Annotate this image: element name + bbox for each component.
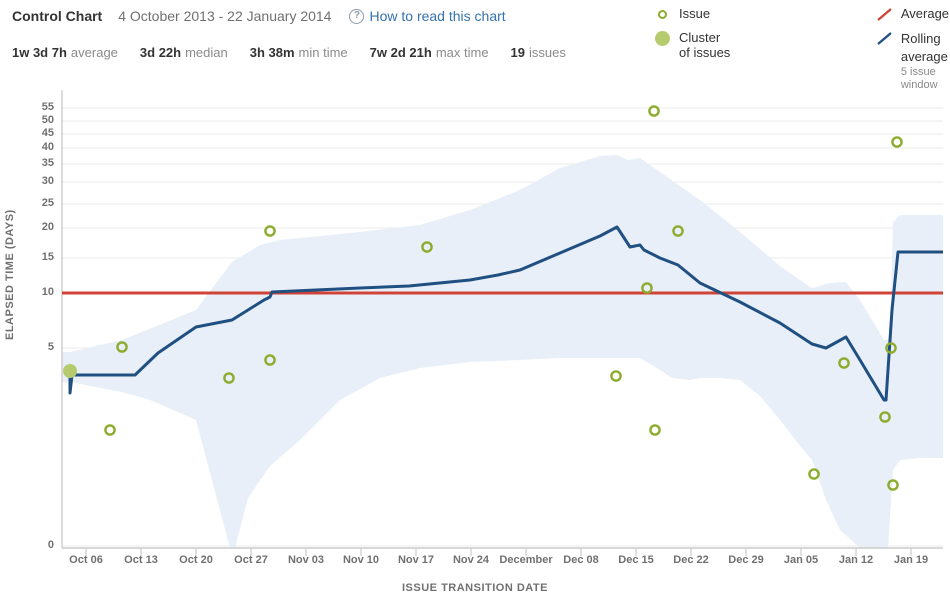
how-to-read-link[interactable]: ? How to read this chart bbox=[349, 8, 505, 24]
stat-median-label: median bbox=[185, 45, 228, 60]
issue-ring-icon bbox=[655, 7, 670, 22]
issue-point[interactable] bbox=[650, 425, 659, 434]
issue-point[interactable] bbox=[117, 342, 126, 351]
issue-point[interactable] bbox=[642, 283, 651, 292]
stats-row: 1w 3d 7h average 3d 22h median 3h 38m min t… bbox=[12, 44, 588, 62]
legend-item-cluster[interactable]: Cluster of issues bbox=[655, 30, 732, 60]
issue-point[interactable] bbox=[888, 480, 897, 489]
issue-point[interactable] bbox=[265, 226, 274, 235]
issue-point[interactable] bbox=[611, 371, 620, 380]
x-axis-title: ISSUE TRANSITION DATE bbox=[0, 582, 950, 594]
stat-issues-label: issues bbox=[529, 45, 566, 60]
stat-average: 1w 3d 7h average bbox=[12, 44, 118, 62]
legend-item-rolling-average-label: Rolling average bbox=[901, 31, 948, 64]
stat-max-time-label: max time bbox=[436, 45, 489, 60]
stat-average-value: 1w 3d 7h bbox=[12, 45, 67, 60]
cluster-dot-icon bbox=[655, 31, 670, 46]
issue-point[interactable] bbox=[839, 358, 848, 367]
issue-point[interactable] bbox=[265, 355, 274, 364]
issue-point[interactable] bbox=[673, 226, 682, 235]
issue-point[interactable] bbox=[892, 137, 901, 146]
cluster-of-issues-point[interactable] bbox=[63, 364, 77, 378]
stat-median: 3d 22h median bbox=[140, 44, 228, 62]
legend-item-average[interactable]: Average bbox=[877, 6, 950, 22]
legend-item-rolling-average-sub: 5 issue window bbox=[901, 66, 950, 92]
stat-average-label: average bbox=[71, 45, 118, 60]
date-range: 4 October 2013 - 22 January 2014 bbox=[118, 8, 331, 24]
stat-max-time: 7w 2d 21h max time bbox=[370, 44, 489, 62]
rolling-average-slash-icon bbox=[877, 31, 892, 46]
issue-point[interactable] bbox=[809, 469, 818, 478]
legend-item-issue[interactable]: Issue bbox=[655, 6, 732, 22]
legend-item-cluster-label: Cluster of issues bbox=[679, 30, 732, 60]
deviation-band-area bbox=[62, 155, 943, 548]
question-circle-icon: ? bbox=[349, 9, 364, 24]
issue-point[interactable] bbox=[105, 425, 114, 434]
title-row: Control Chart 4 October 2013 - 22 Januar… bbox=[12, 8, 506, 24]
issue-point[interactable] bbox=[880, 412, 889, 421]
legend-rolling-text: Rolling average 5 issue window bbox=[901, 30, 950, 92]
how-to-read-label: How to read this chart bbox=[369, 8, 505, 24]
legend-item-average-label: Average bbox=[901, 6, 949, 21]
page-title: Control Chart bbox=[12, 8, 102, 24]
chart-legend: Issue Cluster of issues Average Rolling … bbox=[655, 6, 950, 92]
chart-canvas bbox=[0, 90, 950, 560]
legend-item-issue-label: Issue bbox=[679, 6, 710, 21]
stat-min-time-value: 3h 38m bbox=[250, 45, 295, 60]
legend-column-markers: Issue Cluster of issues bbox=[655, 6, 732, 92]
issue-point[interactable] bbox=[649, 106, 658, 115]
stat-issues: 19 issues bbox=[511, 44, 566, 62]
issue-point[interactable] bbox=[224, 373, 233, 382]
stat-min-time: 3h 38m min time bbox=[250, 44, 348, 62]
chart-header: Control Chart 4 October 2013 - 22 Januar… bbox=[0, 0, 950, 88]
issue-point[interactable] bbox=[886, 343, 895, 352]
average-slash-icon bbox=[877, 7, 892, 22]
issue-point[interactable] bbox=[422, 242, 431, 251]
chart-plot-area: ELAPSED TIME (DAYS) ISSUE TRANSITION DAT… bbox=[0, 90, 950, 598]
legend-item-rolling-average[interactable]: Rolling average 5 issue window bbox=[877, 30, 950, 92]
legend-column-lines: Average Rolling average 5 issue window bbox=[877, 6, 950, 92]
stat-median-value: 3d 22h bbox=[140, 45, 181, 60]
stat-max-time-value: 7w 2d 21h bbox=[370, 45, 432, 60]
stat-issues-value: 19 bbox=[511, 45, 525, 60]
stat-min-time-label: min time bbox=[299, 45, 348, 60]
